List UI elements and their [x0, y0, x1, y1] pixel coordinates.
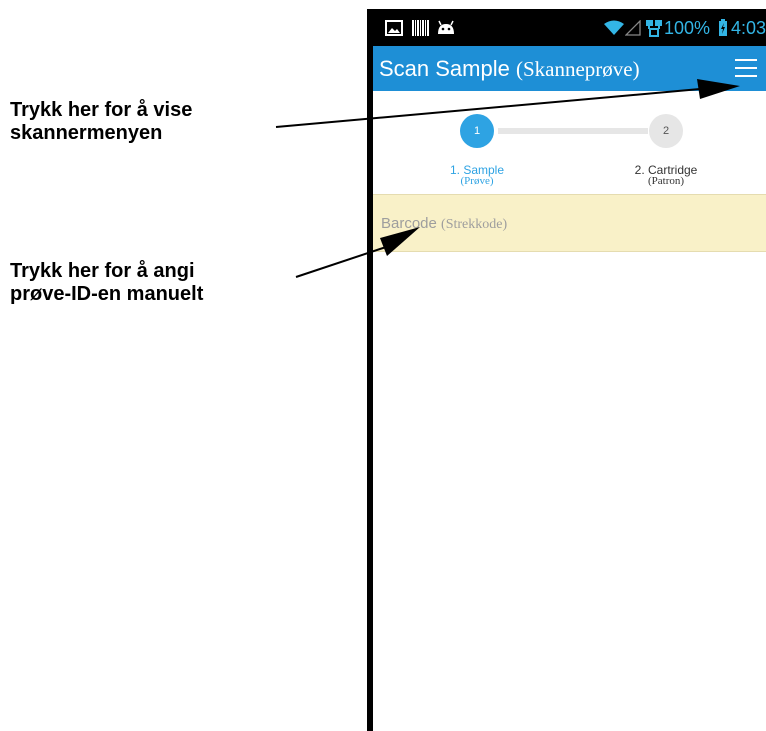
callout-arrows — [275, 79, 740, 278]
barcode-arrow-line — [295, 246, 387, 278]
menu-arrow-head — [697, 79, 740, 99]
menu-arrow-line — [275, 88, 701, 128]
barcode-arrow-head — [380, 227, 420, 256]
